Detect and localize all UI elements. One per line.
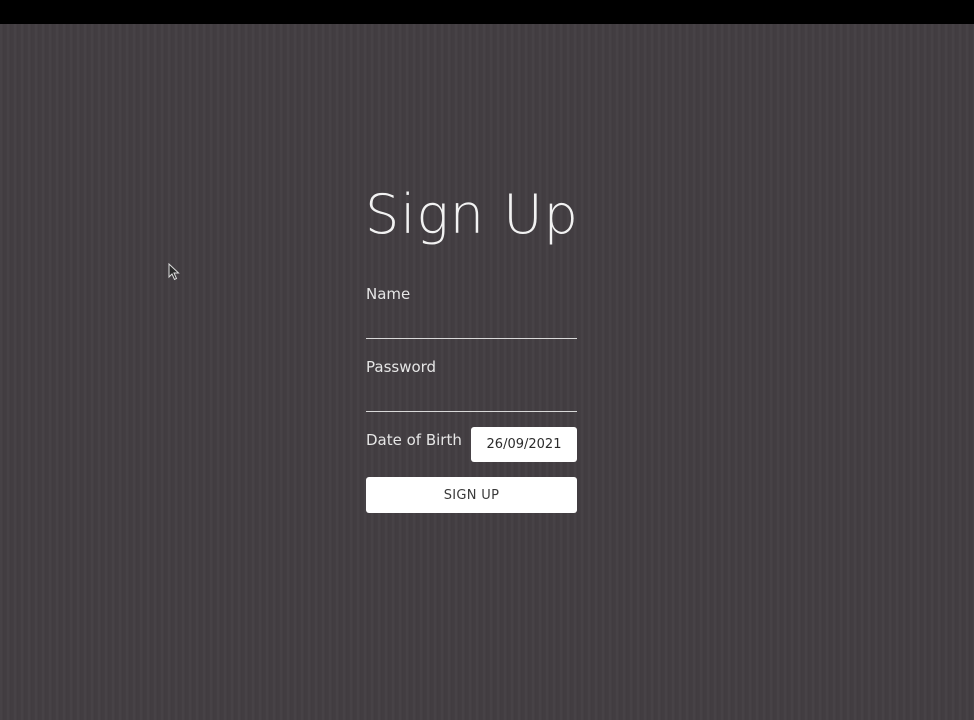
page-title: Sign Up xyxy=(365,183,579,246)
signup-window: Sign Up Name Password Date of Birth 26/0… xyxy=(0,24,974,720)
date-of-birth-label: Date of Birth xyxy=(366,431,462,449)
mouse-pointer-icon xyxy=(168,263,180,281)
top-bar xyxy=(0,0,974,24)
password-input[interactable] xyxy=(366,387,577,412)
date-of-birth-picker[interactable]: 26/09/2021 xyxy=(471,427,577,462)
password-label: Password xyxy=(366,358,437,376)
sign-up-button[interactable]: SIGN UP xyxy=(366,477,577,513)
name-label: Name xyxy=(366,285,411,303)
name-input[interactable] xyxy=(366,314,577,339)
date-of-birth-value: 26/09/2021 xyxy=(486,437,562,452)
